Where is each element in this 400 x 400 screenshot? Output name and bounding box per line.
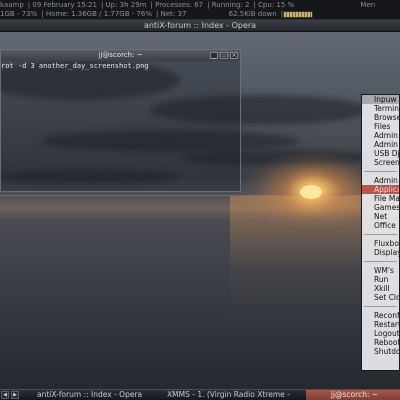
status-net: Net: 37 bbox=[160, 10, 187, 18]
task-terminal[interactable]: jj@scorch: ~ bbox=[306, 390, 400, 400]
status-row-1: kaamp | 09 February 15:21 | Up: 3h 29m | Pr… bbox=[0, 1, 376, 9]
status-home: Home: 1.36GB / 1.77GB - 76% bbox=[45, 10, 153, 18]
terminal-titlebar[interactable]: jj@scorch: ~ _ ▫ × bbox=[1, 50, 240, 61]
menu-separator bbox=[364, 306, 397, 307]
menu-item[interactable]: Games bbox=[362, 203, 399, 212]
task-xmms[interactable]: XMMS - 1. (Virgin Radio Xtreme - bbox=[164, 390, 304, 400]
status-running: Running: 2 bbox=[211, 1, 250, 9]
status-date: 09 February 15:21 bbox=[32, 1, 97, 9]
cpu-graph bbox=[283, 11, 313, 18]
menu-item-highlighted[interactable]: Applica bbox=[362, 185, 399, 194]
menu-item[interactable]: Inpuw bbox=[362, 95, 399, 104]
root-menu[interactable]: Inpuw Termin Browse Files Admin Admin US… bbox=[361, 94, 400, 371]
menu-item[interactable]: Xkill bbox=[362, 284, 399, 293]
menu-item[interactable]: Admin bbox=[362, 140, 399, 149]
menu-item[interactable]: Shutdo bbox=[362, 347, 399, 356]
menu-item[interactable]: Set Clo bbox=[362, 293, 399, 302]
terminal-content[interactable]: rot -d 3 another_day_screenshot.png bbox=[1, 61, 240, 70]
menu-item[interactable]: Admin bbox=[362, 131, 399, 140]
menu-separator bbox=[364, 234, 397, 235]
sun bbox=[300, 185, 322, 199]
status-cpu: Cpu: 15 % bbox=[258, 1, 295, 9]
menu-item[interactable]: USB Dj bbox=[362, 149, 399, 158]
menu-item[interactable]: Reboot bbox=[362, 338, 399, 347]
prev-workspace-button[interactable]: ◀ bbox=[1, 391, 9, 399]
next-workspace-button[interactable]: ▶ bbox=[11, 391, 19, 399]
taskbar: ◀ ▶ antiX-forum :: Index - Opera XMMS - … bbox=[0, 389, 400, 400]
menu-item[interactable]: Restart bbox=[362, 320, 399, 329]
terminal-command-line: rot -d 3 another_day_screenshot.png bbox=[1, 62, 149, 70]
close-button[interactable]: × bbox=[230, 52, 238, 59]
terminal-title: jj@scorch: ~ bbox=[98, 51, 143, 59]
menu-item[interactable]: Run bbox=[362, 275, 399, 284]
status-processes: Processes: 67 bbox=[155, 1, 204, 9]
menu-item[interactable]: Termin bbox=[362, 104, 399, 113]
menu-item[interactable]: Display bbox=[362, 248, 399, 257]
menu-item[interactable]: File Ma bbox=[362, 194, 399, 203]
terminal-window[interactable]: jj@scorch: ~ _ ▫ × rot -d 3 another_day_… bbox=[0, 49, 241, 192]
task-opera[interactable]: antiX-forum :: Index - Opera bbox=[34, 390, 164, 400]
status-down: 62.5KiB down bbox=[228, 10, 277, 18]
menu-separator bbox=[364, 261, 397, 262]
browser-titlebar[interactable]: antiX-forum :: Index - Opera bbox=[0, 20, 400, 32]
status-bar: kaamp | 09 February 15:21 | Up: 3h 29m | Pr… bbox=[0, 0, 400, 20]
menu-item[interactable]: Admin bbox=[362, 176, 399, 185]
status-item: kaamp bbox=[0, 1, 24, 9]
menu-item[interactable]: Files bbox=[362, 122, 399, 131]
menu-item[interactable]: Logout bbox=[362, 329, 399, 338]
status-mem: Men bbox=[360, 1, 376, 9]
menu-item[interactable]: Net bbox=[362, 212, 399, 221]
menu-item[interactable]: Office bbox=[362, 221, 399, 230]
menu-item[interactable]: Screen bbox=[362, 158, 399, 167]
status-uptime: Up: 3h 29m bbox=[105, 1, 147, 9]
menu-item[interactable]: WM's bbox=[362, 266, 399, 275]
minimize-button[interactable]: _ bbox=[210, 52, 218, 59]
menu-item[interactable]: Reconf bbox=[362, 311, 399, 320]
maximize-button[interactable]: ▫ bbox=[220, 52, 228, 59]
status-row-2: 1GB - 73% | Home: 1.36GB / 1.77GB - 76% | … bbox=[0, 10, 313, 19]
menu-item[interactable]: Fluxbo bbox=[362, 239, 399, 248]
menu-separator bbox=[364, 171, 397, 172]
menu-item[interactable]: Browse bbox=[362, 113, 399, 122]
status-root: 1GB - 73% bbox=[0, 10, 38, 18]
